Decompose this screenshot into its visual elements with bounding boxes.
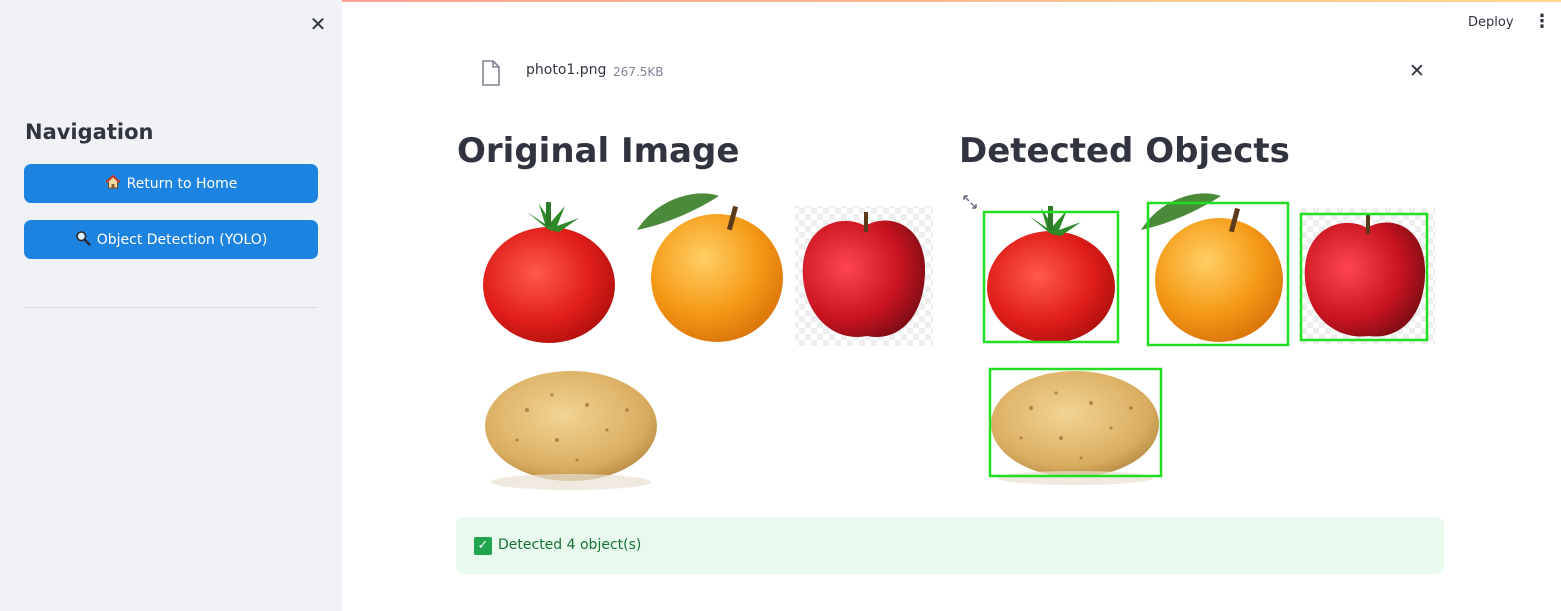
detected-objects-heading: Detected Objects xyxy=(959,131,1290,171)
remove-file-icon[interactable]: ✕ xyxy=(1405,59,1429,83)
close-sidebar-icon[interactable]: ✕ xyxy=(306,12,330,36)
sidebar-divider xyxy=(24,307,318,308)
file-name: photo1.png xyxy=(526,62,607,78)
deploy-button[interactable]: Deploy xyxy=(1462,13,1520,32)
file-icon xyxy=(478,58,504,88)
detected-image xyxy=(959,190,1435,500)
file-size: 267.5KB xyxy=(613,65,664,79)
sidebar: ✕ Navigation Return to Home Object Detec… xyxy=(0,0,342,611)
house-icon xyxy=(105,174,121,194)
original-image xyxy=(457,190,933,500)
object-detection-label: Object Detection (YOLO) xyxy=(96,231,268,248)
kebab-menu-icon[interactable]: ⋮ xyxy=(1533,10,1551,34)
return-home-label: Return to Home xyxy=(126,175,238,192)
orange-image xyxy=(651,214,783,342)
magnifier-icon xyxy=(75,230,91,250)
potato-image xyxy=(485,371,657,481)
check-icon: ✓ xyxy=(474,537,492,555)
detection-status-text: Detected 4 object(s) xyxy=(498,537,642,553)
fullscreen-expand-icon[interactable] xyxy=(962,194,978,210)
object-detection-button[interactable]: Object Detection (YOLO) xyxy=(24,220,318,259)
success-alert: ✓ Detected 4 object(s) xyxy=(456,517,1444,574)
tomato-image xyxy=(483,227,615,343)
apple-image xyxy=(802,220,926,337)
return-home-button[interactable]: Return to Home xyxy=(24,164,318,203)
original-image-heading: Original Image xyxy=(457,131,740,171)
sidebar-title: Navigation xyxy=(25,120,154,144)
